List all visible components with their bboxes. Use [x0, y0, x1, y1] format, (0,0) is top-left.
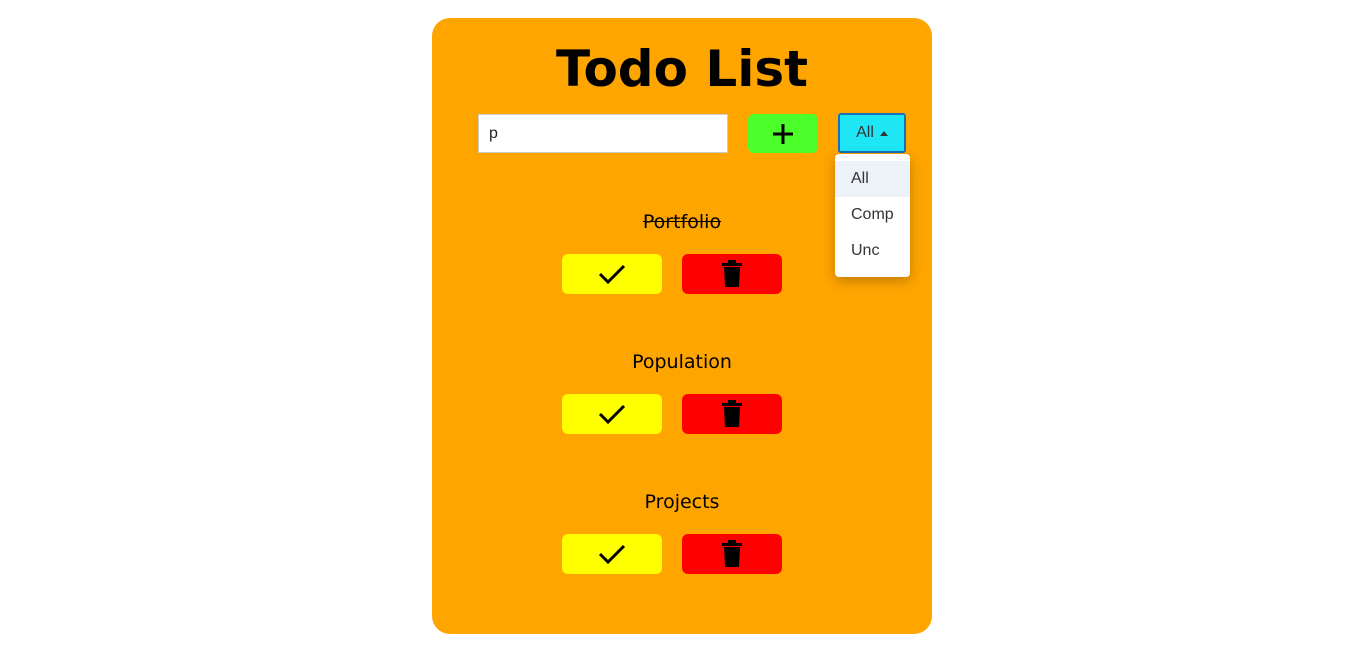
filter-select[interactable]: All — [838, 113, 906, 153]
caret-up-icon — [879, 130, 888, 136]
trash-icon — [722, 260, 742, 287]
todo-text: Portfolio — [642, 211, 722, 233]
complete-button[interactable] — [562, 254, 662, 294]
todo-item: Population — [432, 350, 932, 440]
filter-option-all[interactable]: All — [835, 161, 910, 197]
todo-item: Projects — [432, 490, 932, 580]
todo-input[interactable] — [478, 114, 728, 153]
trash-icon — [722, 540, 742, 567]
check-icon — [598, 544, 626, 565]
todo-item: Portfolio — [432, 210, 932, 300]
check-icon — [598, 404, 626, 425]
delete-button[interactable] — [682, 254, 782, 294]
check-icon — [598, 264, 626, 285]
complete-button[interactable] — [562, 534, 662, 574]
filter-selected-value: All — [856, 124, 874, 141]
todo-text: Projects — [644, 491, 720, 513]
add-todo-button[interactable] — [748, 114, 818, 153]
delete-button[interactable] — [682, 394, 782, 434]
todo-text: Population — [632, 351, 732, 373]
page-title: Todo List — [555, 40, 809, 98]
trash-icon — [722, 400, 742, 427]
todo-card: Todo List All All Comp Unc Portfolio — [432, 18, 932, 634]
complete-button[interactable] — [562, 394, 662, 434]
delete-button[interactable] — [682, 534, 782, 574]
plus-icon — [773, 123, 793, 144]
